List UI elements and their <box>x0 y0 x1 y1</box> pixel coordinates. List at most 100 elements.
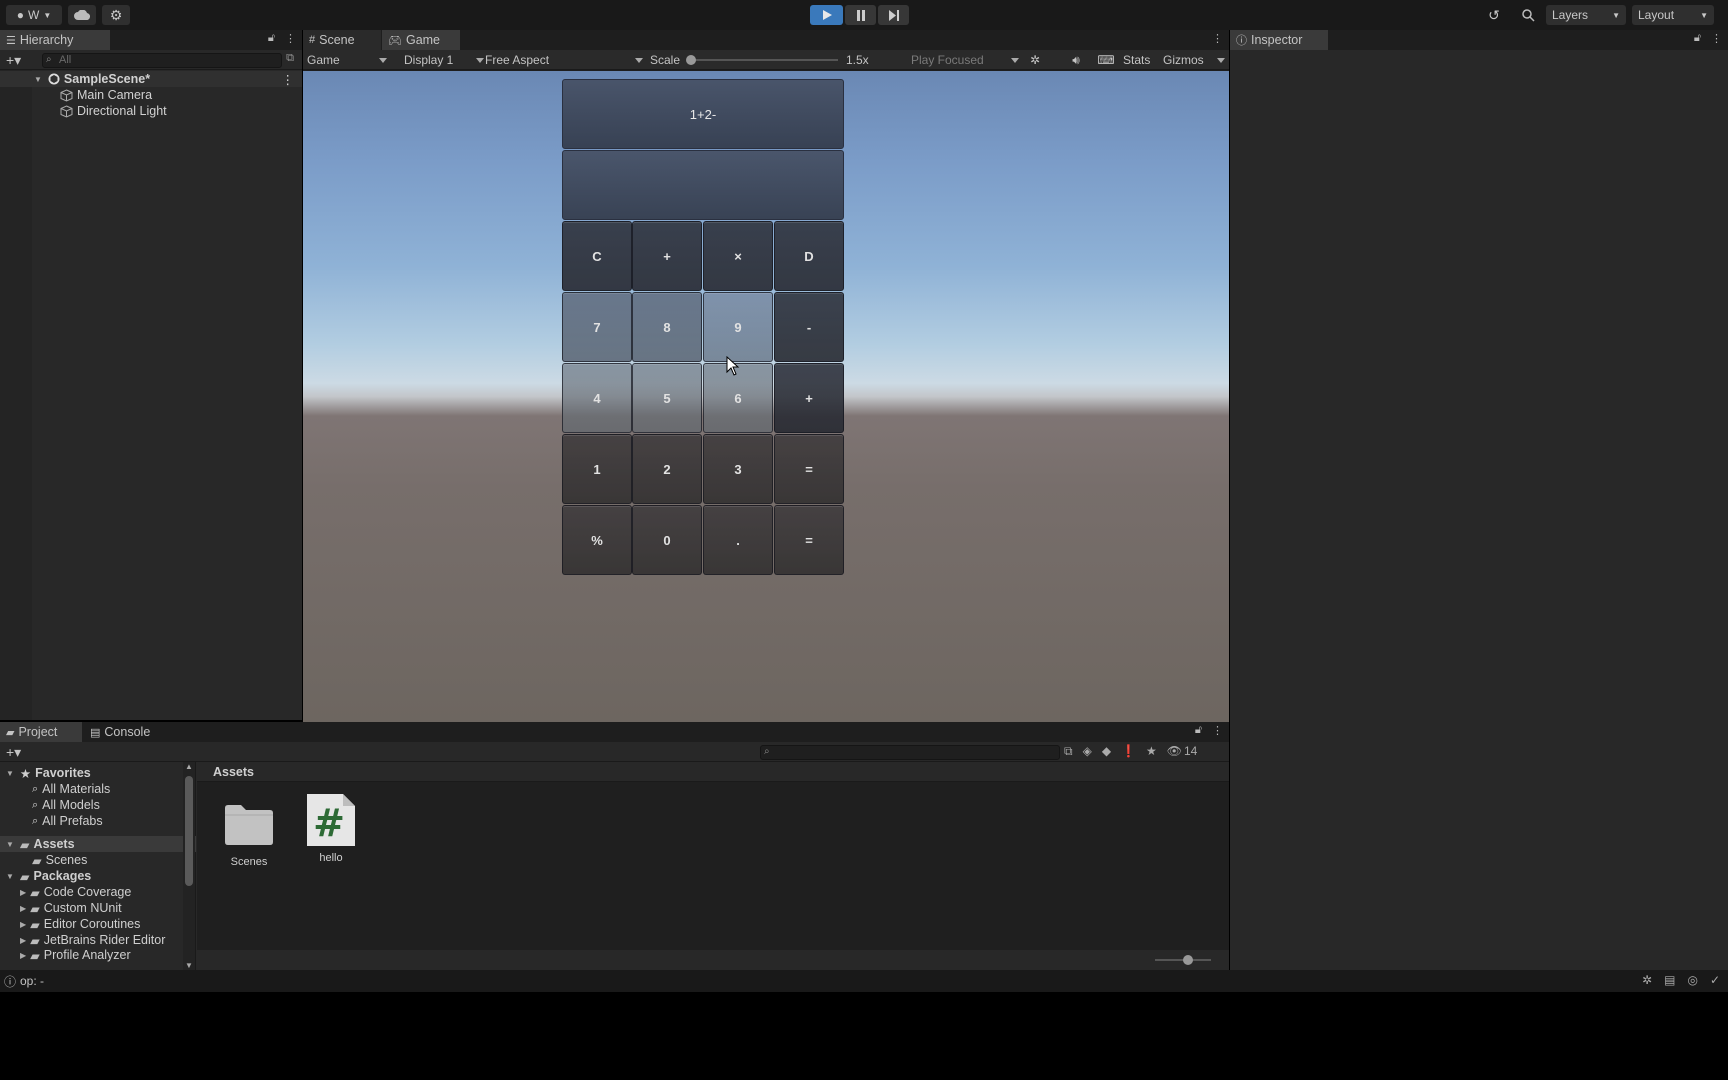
icon-size-slider[interactable] <box>1155 955 1211 965</box>
lock-icon[interactable]: 🔓︎ <box>1694 32 1701 45</box>
package-item[interactable]: ▶ ▰ JetBrains Rider Editor <box>0 932 196 948</box>
play-focused-dropdown[interactable]: Play Focused <box>911 50 1019 70</box>
key-1[interactable]: 1 <box>562 434 632 504</box>
packages-folder[interactable]: ▼ ▰ Packages <box>0 868 196 884</box>
favorites-item[interactable]: ⌕ All Models <box>0 797 196 813</box>
layers-dropdown[interactable]: Layers ▼ <box>1546 5 1626 25</box>
key-minus[interactable]: - <box>774 292 844 362</box>
layout-dropdown[interactable]: Layout ▼ <box>1632 5 1714 25</box>
lock-icon[interactable]: 🔓︎ <box>268 32 275 45</box>
search-button[interactable] <box>1514 5 1542 25</box>
check-icon[interactable]: ✓ <box>1710 973 1720 987</box>
more-icon[interactable]: ⋮ <box>1212 724 1223 737</box>
asset-item-folder[interactable]: Scenes <box>219 802 279 868</box>
scene-visibility-icon[interactable]: ⧉ <box>286 52 294 65</box>
favorites-header[interactable]: ▼ ★ Favorites <box>0 765 196 781</box>
status-message[interactable]: op: - <box>20 974 44 988</box>
package-item[interactable]: ▶ ▰ Custom NUnit <box>0 900 196 916</box>
tab-hierarchy[interactable]: ☰ Hierarchy <box>0 30 110 50</box>
favorite-star-icon[interactable]: ★ <box>1146 744 1157 759</box>
key-equals[interactable]: = <box>774 434 844 504</box>
search-scope-icon[interactable]: ⧉ <box>1064 744 1073 759</box>
expand-arrow-icon[interactable]: ▶ <box>20 951 26 960</box>
pause-button[interactable] <box>845 5 876 25</box>
step-button[interactable] <box>878 5 909 25</box>
tab-scene[interactable]: # Scene <box>303 30 381 50</box>
tab-inspector[interactable]: ⓘ Inspector <box>1230 30 1328 50</box>
package-item[interactable]: ▶ ▰ Profile Analyzer <box>0 948 196 962</box>
asset-item-script[interactable]: # hello <box>301 792 361 864</box>
account-button[interactable]: ● W ▼ <box>6 5 62 25</box>
add-icon[interactable]: +▾ <box>6 744 21 761</box>
network-icon[interactable]: ◎ <box>1687 973 1697 987</box>
more-icon[interactable]: ⋮ <box>282 72 295 87</box>
expand-arrow-icon[interactable]: ▶ <box>20 904 26 913</box>
mute-audio-icon[interactable]: 🔊︎ <box>1066 50 1086 70</box>
cache-server-icon[interactable]: ▤ <box>1664 973 1675 987</box>
more-icon[interactable]: ⋮ <box>285 32 296 45</box>
key-2[interactable]: 2 <box>632 434 702 504</box>
scene-row[interactable]: ▼ SampleScene* ⋮ <box>0 71 302 87</box>
hierarchy-search-input[interactable]: ⌕ All <box>42 53 282 68</box>
gizmos-dropdown[interactable]: Gizmos <box>1163 50 1225 70</box>
key-add[interactable]: + <box>774 363 844 433</box>
services-button[interactable]: ⚙ <box>102 5 130 25</box>
key-9[interactable]: 9 <box>703 292 773 362</box>
add-icon[interactable]: +▾ <box>6 52 21 69</box>
hierarchy-item[interactable]: Directional Light <box>0 103 302 119</box>
more-icon[interactable]: ⋮ <box>1212 32 1223 45</box>
tab-game[interactable]: 🎮︎ Game <box>382 30 460 50</box>
key-3[interactable]: 3 <box>703 434 773 504</box>
key-5[interactable]: 5 <box>632 363 702 433</box>
cloud-button[interactable] <box>68 5 96 25</box>
key-7[interactable]: 7 <box>562 292 632 362</box>
display-dropdown[interactable]: Display 1 <box>404 50 484 70</box>
hierarchy-item[interactable]: Main Camera <box>0 87 302 103</box>
breadcrumb-label[interactable]: Assets <box>213 765 254 779</box>
lock-icon[interactable]: 🔓︎ <box>1195 724 1202 737</box>
key-equals-2[interactable]: = <box>774 505 844 575</box>
more-icon[interactable]: ⋮ <box>1711 32 1722 45</box>
expand-arrow-icon[interactable]: ▼ <box>6 769 14 778</box>
package-item[interactable]: ▶ ▰ Editor Coroutines <box>0 916 196 932</box>
debug-icon[interactable]: ✲ <box>1642 973 1652 987</box>
key-8[interactable]: 8 <box>632 292 702 362</box>
favorites-item[interactable]: ⌕ All Prefabs <box>0 813 196 829</box>
project-search-input[interactable]: ⌕ <box>760 745 1060 760</box>
undo-history-button[interactable]: ↺ <box>1480 5 1508 25</box>
assets-folder[interactable]: ▼ ▰ Assets <box>0 836 196 852</box>
key-4[interactable]: 4 <box>562 363 632 433</box>
scroll-down-icon[interactable]: ▼ <box>185 961 193 970</box>
bug-icon[interactable]: ✲ <box>1025 50 1045 70</box>
folder-tree-scrollbar[interactable]: ▲ ▼ <box>183 762 195 970</box>
folder-item[interactable]: ▰ Scenes <box>0 852 196 868</box>
expand-arrow-icon[interactable]: ▶ <box>20 936 26 945</box>
keyboard-icon[interactable]: ⌨ <box>1096 50 1116 70</box>
key-decimal[interactable]: . <box>703 505 773 575</box>
play-button[interactable] <box>810 5 843 25</box>
expand-arrow-icon[interactable]: ▶ <box>20 920 26 929</box>
label-filter-icon[interactable]: ◆ <box>1102 744 1111 759</box>
key-plus[interactable]: + <box>632 221 702 291</box>
expand-arrow-icon[interactable]: ▶ <box>20 888 26 897</box>
key-multiply[interactable]: × <box>703 221 773 291</box>
favorites-item[interactable]: ⌕ All Materials <box>0 781 196 797</box>
key-clear[interactable]: C <box>562 221 632 291</box>
key-delete[interactable]: D <box>774 221 844 291</box>
expand-arrow-icon[interactable]: ▼ <box>6 840 14 849</box>
package-item[interactable]: ▶ ▰ Code Coverage <box>0 884 196 900</box>
scroll-up-icon[interactable]: ▲ <box>185 762 193 771</box>
scale-slider[interactable] <box>686 50 838 70</box>
icon-size-slider-handle[interactable] <box>1183 955 1193 965</box>
scrollbar-thumb[interactable] <box>185 776 193 886</box>
type-filter-icon[interactable]: ◈ <box>1083 744 1092 759</box>
tab-console[interactable]: ▤ Console <box>84 722 164 742</box>
key-percent[interactable]: % <box>562 505 632 575</box>
tab-project[interactable]: ▰ Project <box>0 722 82 742</box>
stats-button[interactable]: Stats <box>1123 50 1150 70</box>
hidden-packages-icon[interactable]: 👁︎ 14 <box>1167 744 1198 759</box>
scale-slider-handle[interactable] <box>686 55 696 65</box>
expand-arrow-icon[interactable]: ▼ <box>6 872 14 881</box>
game-mode-dropdown[interactable]: Game <box>307 50 387 70</box>
aspect-dropdown[interactable]: Free Aspect <box>485 50 643 70</box>
